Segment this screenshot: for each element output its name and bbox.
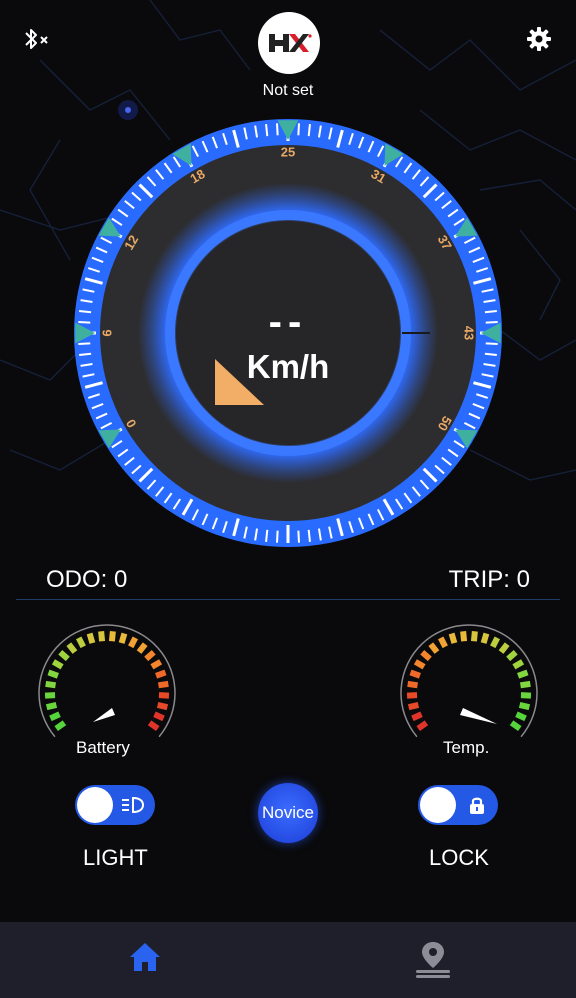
lock-toggle[interactable] (418, 785, 498, 825)
gauge-segment (155, 669, 167, 679)
gauge-segment (438, 636, 448, 649)
gauge-segment (157, 680, 169, 689)
gauge-segment (49, 711, 61, 722)
gauge-segment (128, 636, 138, 649)
tab-map[interactable] (412, 940, 454, 985)
gauge-segment (98, 630, 106, 642)
temperature-label: Temp. (443, 738, 490, 757)
gauge-segment (45, 680, 57, 689)
gauge-segment (76, 636, 86, 649)
gear-icon (527, 27, 551, 51)
dial-tick (265, 124, 269, 137)
gauge-segment (448, 632, 458, 644)
gauge-rim (38, 624, 176, 738)
dial-tick (307, 529, 311, 542)
gauge-segment (480, 632, 490, 644)
gauge-segment (108, 630, 116, 642)
brand-logo-mark (269, 34, 312, 52)
gauge-segment (416, 720, 429, 732)
gauge-segment (54, 720, 67, 732)
temperature-gauge (400, 624, 538, 738)
gauge-segment (498, 642, 510, 654)
gauge-segment (413, 659, 426, 670)
dial-tick (307, 124, 311, 137)
lock-icon (470, 797, 484, 814)
dial-tick (297, 530, 300, 543)
device-name: Not set (262, 82, 314, 99)
trip-readout: TRIP: 0 (448, 566, 530, 593)
home-icon (130, 943, 160, 971)
gauge-segment (136, 642, 148, 654)
headlight-icon (122, 796, 145, 814)
gauge-needle (460, 708, 497, 724)
gauge-segment (144, 649, 156, 662)
gauge-segment (490, 636, 500, 649)
gauge-segment (45, 702, 58, 711)
settings-button[interactable] (526, 26, 552, 52)
speed-value: -- (268, 300, 308, 344)
light-toggle[interactable] (75, 785, 155, 825)
lock-label: LOCK (429, 845, 489, 870)
gauge-segment (411, 711, 423, 722)
gauge-segment (153, 711, 165, 722)
gauge-segment (420, 649, 432, 662)
gauge-segment (470, 630, 478, 642)
gauge-segment (150, 659, 163, 670)
gauge-segment (407, 680, 419, 689)
bluetooth-button[interactable] (22, 26, 52, 52)
gauge-rim (400, 624, 538, 738)
speed-unit: Km/h (246, 348, 330, 385)
odometer-readout: ODO: 0 (46, 566, 128, 593)
dial-tick (276, 123, 279, 136)
gauge-segment (518, 702, 531, 711)
gauge-segment (86, 632, 96, 644)
bottom-tab-bar (0, 922, 576, 998)
gauge-segment (147, 720, 160, 732)
light-label: LIGHT (83, 845, 148, 870)
gauge-segment (409, 669, 421, 679)
gauge-segment (51, 659, 64, 670)
location-pin-icon (416, 942, 450, 978)
gauge-segment (512, 659, 525, 670)
gauge-segment (156, 702, 169, 711)
gauge-needle (93, 708, 115, 722)
gauge-segment (118, 632, 128, 644)
dial-tick (276, 530, 279, 543)
gauge-segment (515, 711, 527, 722)
gauge-segment (58, 649, 70, 662)
dial-scale-label: 25 (281, 144, 295, 159)
brand-logo[interactable] (258, 12, 320, 74)
light-toggle-knob (77, 787, 113, 823)
gauge-segment (517, 669, 529, 679)
riding-mode-button[interactable]: Novice (258, 783, 318, 843)
divider (16, 599, 560, 600)
gauge-segment (66, 642, 78, 654)
battery-gauge (38, 624, 176, 738)
battery-label: Battery (76, 738, 130, 757)
gauge-segment (506, 649, 518, 662)
gauge-segment (519, 680, 531, 689)
bluetooth-disabled-icon (25, 29, 48, 49)
gauge-segment (47, 669, 59, 679)
gauge-segment (407, 702, 420, 711)
dial-tick (297, 123, 300, 136)
lock-toggle-knob (420, 787, 456, 823)
dial-tick (265, 529, 269, 542)
gauge-segment (428, 642, 440, 654)
gauge-segment (460, 630, 468, 642)
tab-home[interactable] (128, 940, 162, 979)
gauge-segment (509, 720, 522, 732)
